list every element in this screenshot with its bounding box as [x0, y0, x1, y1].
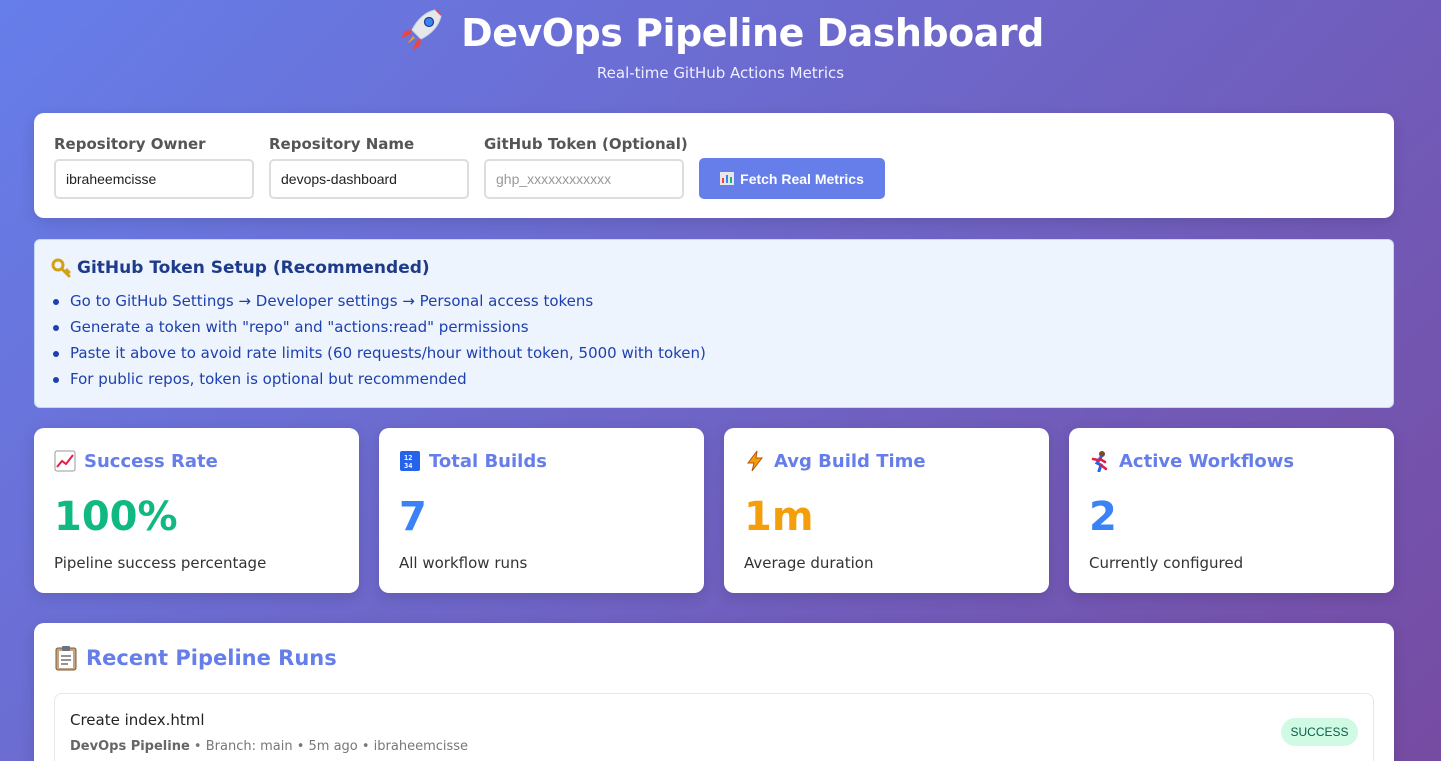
- rocket-icon: [401, 9, 442, 50]
- token-input[interactable]: ghp_xxxxxxxxxxxx: [484, 159, 684, 199]
- run-details: • Branch: main • 5m ago • ibraheemcisse: [189, 739, 469, 754]
- svg-text:34: 34: [404, 462, 412, 470]
- fetch-label: Fetch Real Metrics: [740, 170, 864, 187]
- repo-form-card: Repository Owner ibraheemcisse Repositor…: [34, 113, 1394, 218]
- clipboard-icon: [55, 646, 77, 671]
- owner-input[interactable]: ibraheemcisse: [54, 159, 254, 199]
- total-builds-card: 12 34 Total Builds 7 All workflow runs: [379, 428, 704, 593]
- bar-chart-icon: [720, 172, 735, 185]
- metric-title: Avg Build Time: [744, 450, 926, 472]
- metric-description: All workflow runs: [399, 554, 528, 572]
- lightning-icon: [747, 450, 764, 472]
- token-field: GitHub Token (Optional) ghp_xxxxxxxxxxxx: [484, 135, 688, 199]
- key-icon: [51, 258, 71, 278]
- fetch-metrics-button[interactable]: Fetch Real Metrics: [699, 158, 885, 199]
- svg-text:12: 12: [404, 454, 412, 462]
- avg-build-time-card: Avg Build Time 1m Average duration: [724, 428, 1049, 593]
- metric-value: 2: [1089, 494, 1117, 540]
- metric-description: Average duration: [744, 554, 874, 572]
- metric-title: Active Workflows: [1089, 450, 1294, 472]
- pipeline-run-item[interactable]: Create index.html DevOps Pipeline • Bran…: [54, 693, 1374, 761]
- run-workflow-name: DevOps Pipeline: [70, 739, 190, 754]
- metric-description: Currently configured: [1089, 554, 1244, 572]
- token-label: GitHub Token (Optional): [484, 135, 688, 153]
- runs-title: Recent Pipeline Runs: [54, 645, 337, 671]
- token-setup-info: GitHub Token Setup (Recommended) Go to G…: [34, 239, 1394, 408]
- repo-name-label: Repository Name: [269, 135, 415, 153]
- page-subtitle: Real-time GitHub Actions Metrics: [596, 64, 845, 82]
- repo-name-field: Repository Name devops-dashboard: [269, 135, 469, 199]
- token-instructions: Go to GitHub Settings → Developer settin…: [51, 288, 706, 392]
- active-workflows-card: Active Workflows 2 Currently configured: [1069, 428, 1394, 593]
- status-badge: SUCCESS: [1281, 718, 1358, 746]
- recent-runs-card: Recent Pipeline Runs Create index.html D…: [34, 623, 1394, 761]
- owner-field: Repository Owner ibraheemcisse: [54, 135, 254, 199]
- metric-value: 100%: [54, 494, 178, 540]
- runner-icon: [1091, 451, 1108, 472]
- metric-description: Pipeline success percentage: [54, 554, 267, 572]
- success-rate-card: Success Rate 100% Pipeline success perce…: [34, 428, 359, 593]
- instruction-item: Generate a token with "repo" and "action…: [51, 314, 706, 340]
- instruction-item: Go to GitHub Settings → Developer settin…: [51, 288, 706, 314]
- chart-up-icon: [54, 450, 76, 472]
- instruction-item: For public repos, token is optional but …: [51, 366, 706, 392]
- title-text: DevOps Pipeline Dashboard: [461, 11, 1044, 55]
- page-title: DevOps Pipeline Dashboard: [0, 4, 1441, 55]
- metric-title: 12 34 Total Builds: [399, 450, 547, 472]
- run-meta: DevOps Pipeline • Branch: main • 5m ago …: [70, 739, 468, 754]
- metric-value: 1m: [744, 494, 814, 540]
- numbers-icon: 12 34: [400, 451, 420, 471]
- owner-label: Repository Owner: [54, 135, 206, 153]
- metric-value: 7: [399, 494, 427, 540]
- repo-name-input[interactable]: devops-dashboard: [269, 159, 469, 199]
- token-info-title: GitHub Token Setup (Recommended): [51, 258, 430, 278]
- metric-title: Success Rate: [54, 450, 218, 472]
- instruction-item: Paste it above to avoid rate limits (60 …: [51, 340, 706, 366]
- run-commit-message: Create index.html: [70, 711, 205, 729]
